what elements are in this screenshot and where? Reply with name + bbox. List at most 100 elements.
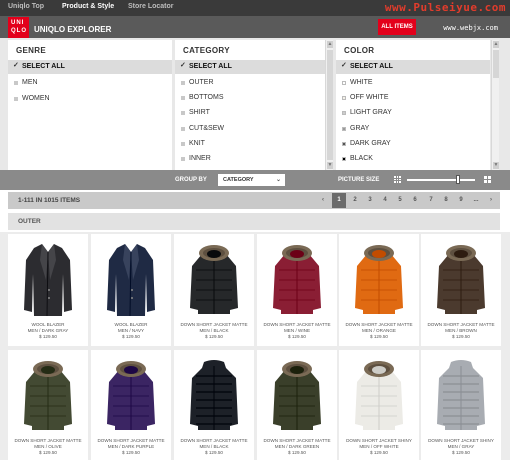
category-option-outer[interactable]: OUTER [175,76,325,90]
section-title: OUTER [18,218,41,225]
color-option-off-white[interactable]: OFF WHITE [336,91,490,105]
color-swatch-icon [342,81,346,85]
genre-filter-panel: GENRE ✓ SELECT ALL MEN WOMEN [8,40,172,170]
page-link-2[interactable]: 2 [348,193,362,208]
color-swatch-icon [342,142,346,146]
watermark-text: www.Pulseiyue.com [384,1,506,14]
category-option-inner[interactable]: INNER [175,152,325,166]
check-icon: ✓ [13,62,19,69]
color-option-black[interactable]: BLACK [336,152,490,166]
color-swatch-icon [342,127,346,131]
top-navigation: Uniqlo Top Product & Style Store Locator… [0,0,510,16]
group-by-select[interactable]: CATEGORY ⌄ [218,174,285,186]
group-by-value: CATEGORY [223,177,254,183]
scroll-down-icon[interactable]: ▼ [493,162,499,169]
product-price: $ 129.50 [452,450,470,455]
category-option-knit[interactable]: KNIT [175,137,325,151]
bullet-icon [181,111,185,115]
product-price: $ 129.50 [122,450,140,455]
color-option-gray[interactable]: GRAY [336,122,490,136]
chevron-down-icon: ⌄ [275,177,281,183]
product-card[interactable]: DOWN SHORT JACKET MATTE MEN / OLIVE $ 129.… [8,350,88,460]
product-price: $ 129.50 [288,334,306,339]
scroll-thumb[interactable] [327,50,333,160]
page-link-8[interactable]: 8 [439,193,453,208]
category-option-cut-sew[interactable]: CUT&SEW [175,122,325,136]
category-scrollbar[interactable]: ▲ ▼ [325,40,333,170]
bullet-icon [181,96,185,100]
color-option-dark-gray[interactable]: DARK GRAY [336,137,490,151]
genre-option-men[interactable]: MEN [8,76,172,90]
logo-text-bottom: QLO [11,28,27,34]
color-swatch-icon [342,96,346,100]
nav-link-product-style[interactable]: Product & Style [62,3,114,10]
bullet-icon [14,97,18,101]
logo-text-top: UNI [11,20,25,26]
color-scrollbar[interactable]: ▲ ▼ [491,40,499,170]
color-swatch-icon [342,111,346,115]
bullet-icon [181,157,185,161]
genre-option-women[interactable]: WOMEN [8,92,172,106]
category-heading: CATEGORY [183,46,230,55]
category-option-shirt[interactable]: SHIRT [175,106,325,120]
bullet-icon [14,81,18,85]
product-card[interactable]: DOWN SHORT JACKET SHINY MEN / OFF WHITE $ … [339,350,419,460]
product-price: $ 129.50 [370,334,388,339]
uniqlo-logo[interactable]: UNI QLO [8,17,29,38]
small-grid-icon[interactable] [394,176,401,183]
picture-size-slider-handle[interactable] [456,175,460,184]
color-option-white[interactable]: WHITE [336,76,490,90]
color-option-select-all[interactable]: ✓ SELECT ALL [336,60,490,74]
product-price: $ 129.50 [452,334,470,339]
check-icon: ✓ [341,62,347,69]
nav-link-uniqlo-top[interactable]: Uniqlo Top [8,3,44,10]
all-items-button[interactable]: ALL ITEMS [378,19,416,35]
product-card[interactable]: WOOL BLAZER MEN / NAVY $ 129.50 [91,234,171,346]
nav-link-store-locator[interactable]: Store Locator [128,3,174,10]
color-heading: COLOR [344,46,375,55]
product-price: $ 129.50 [205,334,223,339]
genre-option-select-all[interactable]: ✓ SELECT ALL [8,60,172,74]
product-card[interactable]: DOWN SHORT JACKET MATTE MEN / BLACK $ 129.… [174,234,254,346]
product-price: $ 129.50 [370,450,388,455]
page-link-7[interactable]: 7 [424,193,438,208]
color-option-light-gray[interactable]: LIGHT GRAY [336,106,490,120]
color-swatch-icon [342,157,346,161]
product-card[interactable]: DOWN SHORT JACKET MATTE MEN / WINE $ 129.5… [257,234,337,346]
picture-size-slider[interactable] [407,179,475,181]
page-link-1[interactable]: 1 [332,193,346,208]
product-card[interactable]: DOWN SHORT JACKET MATTE MEN / DARK PURPLE… [91,350,171,460]
product-card[interactable]: DOWN SHORT JACKET MATTE MEN / BROWN $ 129.… [421,234,501,346]
product-price: $ 129.50 [205,450,223,455]
category-option-bottoms[interactable]: BOTTOMS [175,91,325,105]
prev-page-icon[interactable]: ‹ [316,193,330,208]
product-card[interactable]: DOWN SHORT JACKET MATTE MEN / DARK GREEN $… [257,350,337,460]
color-filter-panel: COLOR ✓ SELECT ALL WHITE OFF WHITE LIGHT … [336,40,490,170]
scroll-thumb[interactable] [493,50,499,78]
category-option-select-all[interactable]: ✓ SELECT ALL [175,60,325,74]
page-link-5[interactable]: 5 [393,193,407,208]
bullet-icon [181,81,185,85]
product-card[interactable]: WOOL BLAZER MEN / DARK GRAY $ 129.50 [8,234,88,346]
next-page-icon[interactable]: › [484,193,498,208]
genre-heading: GENRE [16,46,46,55]
category-filter-panel: CATEGORY ✓ SELECT ALL OUTER BOTTOMS SHIRT… [175,40,325,170]
scroll-down-icon[interactable]: ▼ [327,162,333,169]
check-icon: ✓ [180,62,186,69]
group-by-label: GROUP BY [175,177,207,183]
product-price: $ 129.50 [288,450,306,455]
bullet-icon [181,142,185,146]
product-card[interactable]: DOWN SHORT JACKET MATTE MEN / BLACK $ 129.… [174,350,254,460]
item-count: 1-111 IN 1015 ITEMS [18,197,81,204]
scroll-up-icon[interactable]: ▲ [327,41,333,48]
scroll-up-icon[interactable]: ▲ [493,41,499,48]
page-link-3[interactable]: 3 [363,193,377,208]
page-ellipsis: ... [473,197,479,203]
product-grid: WOOL BLAZER MEN / DARK GRAY $ 129.50 WOOL … [0,232,510,460]
page-link-6[interactable]: 6 [408,193,422,208]
product-card[interactable]: DOWN SHORT JACKET MATTE MEN / ORANGE $ 129… [339,234,419,346]
page-link-4[interactable]: 4 [378,193,392,208]
large-grid-icon[interactable] [484,176,491,183]
page-link-9[interactable]: 9 [454,193,468,208]
product-card[interactable]: DOWN SHORT JACKET SHINY MEN / GRAY $ 129.5… [421,350,501,460]
